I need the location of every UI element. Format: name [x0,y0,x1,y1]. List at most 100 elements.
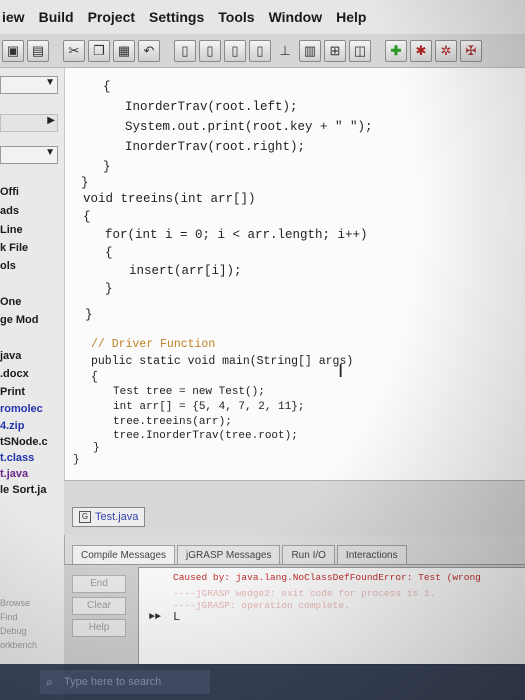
code-line: public static void main(String[] args) [91,355,354,368]
page-icon[interactable]: ▯ [199,39,221,62]
browse-panel: ▼ ▶ ▼ Offi ads Line k File ols One ge Mo… [0,68,65,700]
tab-run-io[interactable]: Run I/O [282,545,335,564]
file-list-item[interactable]: ads [0,205,19,217]
code-line: { [105,246,113,260]
message-buttons: End Clear Help [64,571,134,641]
file-tab-strip: G Test.java [64,480,525,535]
filter-dropdown[interactable]: ▼ [0,146,58,164]
jgrasp-window: iew Build Project Settings Tools Window … [0,0,525,700]
copy-icon[interactable]: ❐ [88,39,110,62]
output-error-line: Caused by: java.lang.NoClassDefFoundErro… [173,572,481,583]
file-list-item[interactable]: Offi [0,186,19,198]
debug-icon[interactable]: ✲ [435,39,457,62]
code-line: } [85,308,93,322]
file-list-item[interactable]: tSNode.c [0,436,48,448]
code-line: { [103,80,111,94]
file-list-item[interactable]: 4.zip [0,420,24,432]
tab-interactions[interactable]: Interactions [336,545,407,564]
code-line: } [81,176,89,190]
file-list-item[interactable]: t.class [0,452,34,464]
help-button[interactable]: Help [72,619,126,637]
tab-jgrasp-messages[interactable]: jGRASP Messages [177,545,281,564]
text-cursor-icon: I [338,361,344,382]
code-line: tree.treeins(arr); [113,416,232,428]
file-list-item[interactable]: k File [0,242,28,254]
search-icon: ⌕ [46,675,53,689]
file-list-item[interactable]: One [0,296,21,308]
search-placeholder: Type here to search [64,676,162,688]
window-icon[interactable]: ▣ [2,39,24,62]
file-list-item[interactable]: le Sort.ja [0,484,46,496]
workbench-tab[interactable]: orkbench [0,640,37,650]
input-prompt-icon: ►► [149,612,162,623]
chevron-down-icon: ▼ [45,147,55,158]
save-icon[interactable]: ▤ [27,39,49,62]
file-list-item[interactable]: t.java [0,468,28,480]
directory-dropdown[interactable]: ▼ [0,76,58,94]
menu-tools[interactable]: Tools [218,9,254,25]
code-line: InorderTrav(root.right); [125,140,306,154]
menu-bar: iew Build Project Settings Tools Window … [0,0,525,34]
code-line: } [93,442,100,454]
code-line: System.out.print(root.key + " "); [125,120,373,134]
cut-icon[interactable]: ✂ [63,39,85,62]
code-line: { [91,371,98,384]
file-list-item[interactable]: ols [0,260,16,272]
diagram-icon[interactable]: ⊞ [324,39,346,62]
menu-window[interactable]: Window [269,9,323,25]
tab-compile-messages[interactable]: Compile Messages [72,545,176,564]
code-line: InorderTrav(root.left); [125,100,298,114]
chevron-right-icon: ▶ [47,115,55,126]
pin-icon[interactable]: ⊥ [274,40,296,62]
toolbar: ▣ ▤ ✂ ❐ ▦ ↶ ▯ ▯ ▯ ▯ ⊥ ▥ ⊞ ◫ ✚ ✱ ✲ ✠ [0,34,525,68]
code-line: for(int i = 0; i < arr.length; i++) [105,228,368,242]
menu-build[interactable]: Build [39,9,74,25]
file-tab-label: Test.java [95,511,139,523]
clear-button[interactable]: Clear [72,597,126,615]
run-icon[interactable]: ✱ [410,39,432,62]
add-icon[interactable]: ✚ [385,39,407,62]
code-comment: // Driver Function [91,338,216,351]
taskbar-search[interactable]: ⌕ Type here to search [40,670,210,694]
output-complete-line: ----jGRASP: operation complete. [173,600,350,611]
java-file-icon: G [79,511,91,523]
undo-icon[interactable]: ↶ [138,39,160,62]
menu-settings[interactable]: Settings [149,9,204,25]
chart-icon[interactable]: ▥ [299,39,321,62]
paste-icon[interactable]: ▦ [113,39,135,62]
code-line: tree.InorderTrav(tree.root); [113,430,298,442]
browse-tab[interactable]: Browse [0,598,30,608]
input-caret: L [173,610,181,624]
end-button[interactable]: End [72,575,126,593]
book-icon[interactable]: ◫ [349,39,371,62]
menu-view[interactable]: iew [2,9,25,25]
code-line: int arr[] = {5, 4, 7, 2, 11}; [113,401,305,413]
output-console[interactable]: Caused by: java.lang.NoClassDefFoundErro… [138,567,525,665]
settings-icon[interactable]: ✠ [460,39,482,62]
file-list-item[interactable]: Print [0,386,25,398]
nav-forward[interactable]: ▶ [0,114,58,132]
debug-tab[interactable]: Debug [0,626,27,636]
code-line: } [105,282,113,296]
file-tab-test-java[interactable]: G Test.java [72,507,146,527]
chevron-down-icon: ▼ [45,77,55,88]
code-line: void treeins(int arr[]) [83,192,256,206]
menu-project[interactable]: Project [88,9,135,25]
file-list-item[interactable]: Line [0,224,23,236]
file-list-item[interactable]: ge Mod [0,314,39,326]
code-editor[interactable]: { InorderTrav(root.left); System.out.pri… [64,68,525,480]
page-icon[interactable]: ▯ [224,39,246,62]
find-tab[interactable]: Find [0,612,18,622]
menu-help[interactable]: Help [336,9,366,25]
file-list-item[interactable]: java [0,350,21,362]
code-line: Test tree = new Test(); [113,386,265,398]
file-list-item[interactable]: .docx [0,368,29,380]
code-line: } [73,454,80,466]
taskbar: ⌕ Type here to search [0,664,525,700]
message-tabs: Compile Messages jGRASP Messages Run I/O… [64,540,525,564]
page-icon[interactable]: ▯ [249,39,271,62]
file-list-item[interactable]: romolec [0,403,43,415]
code-line: { [83,210,91,224]
page-icon[interactable]: ▯ [174,39,196,62]
code-line: insert(arr[i]); [129,264,242,278]
